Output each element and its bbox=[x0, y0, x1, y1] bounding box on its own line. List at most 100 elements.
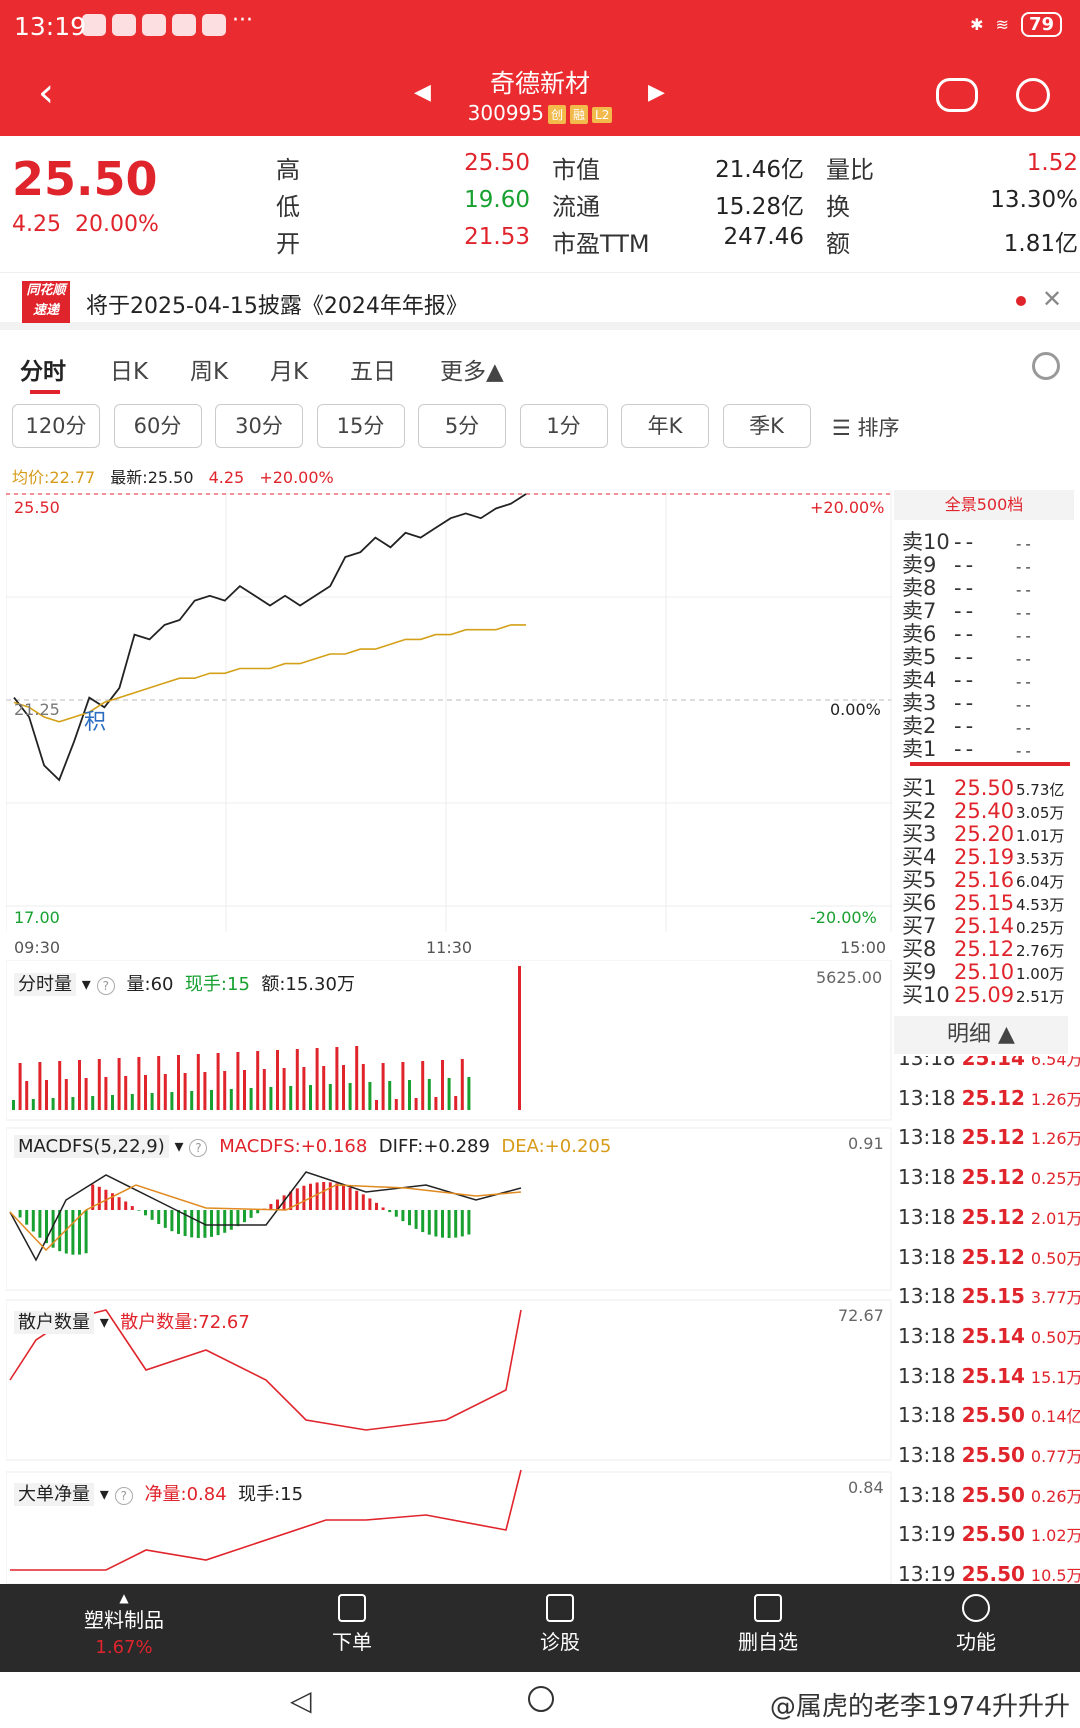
y-top-label: 25.50 bbox=[14, 498, 60, 517]
current-price: 25.50 bbox=[12, 152, 158, 206]
tab-weekly[interactable]: 周K bbox=[190, 352, 228, 386]
pct-top-label: +20.00% bbox=[810, 498, 885, 517]
back-nav-icon[interactable]: ◁ bbox=[290, 1684, 312, 1717]
quote-label: 额 bbox=[826, 230, 850, 258]
retail-max-label: 72.67 bbox=[838, 1306, 884, 1325]
remove-icon bbox=[754, 1594, 782, 1622]
announcement-text[interactable]: 将于2025-04-15披露《2024年年报》 bbox=[86, 288, 468, 320]
order-book-title[interactable]: 全景500档 bbox=[894, 490, 1074, 520]
bottom-navigation: ▲ 塑料制品 1.67% 下单 诊股 删自选 功能 bbox=[0, 1584, 1080, 1672]
tab-five-day[interactable]: 五日 bbox=[350, 352, 396, 386]
trade-row: 13:18 25.50 0.26万 bbox=[898, 1482, 1080, 1507]
bignet-max-label: 0.84 bbox=[848, 1478, 884, 1497]
intraday-price-chart[interactable] bbox=[6, 490, 892, 932]
quote-value: 1.81亿 bbox=[1003, 231, 1078, 257]
settings-icon[interactable] bbox=[1032, 352, 1060, 380]
unread-dot bbox=[1016, 296, 1026, 306]
period-button[interactable]: 5分 bbox=[418, 404, 506, 448]
sort-button[interactable]: ☰ 排序 bbox=[832, 412, 900, 442]
notification-icons bbox=[82, 14, 226, 36]
nav-diagnose[interactable]: 诊股 bbox=[480, 1594, 640, 1655]
bignet-indicator-label: 大单净量 ▾? 净量:0.84 现手:15 bbox=[14, 1480, 303, 1506]
trade-detail-header[interactable]: 明细 ▲ bbox=[894, 1016, 1068, 1054]
trade-row: 13:18 25.12 0.25万 bbox=[898, 1165, 1080, 1190]
period-button[interactable]: 30分 bbox=[215, 404, 303, 448]
clock: 13:19 bbox=[14, 12, 87, 41]
quote-label: 市盈TTM bbox=[552, 230, 650, 258]
active-tab-underline bbox=[30, 390, 60, 394]
period-button[interactable]: 15分 bbox=[316, 404, 405, 448]
volume-indicator-label: 分时量 ▾? 量:60 现手:15 额:15.30万 bbox=[14, 970, 355, 996]
trade-row: 13:18 25.50 0.77万 bbox=[898, 1443, 1080, 1467]
macd-indicator-label: MACDFS(5,22,9) ▾? MACDFS:+0.168 DIFF:+0.… bbox=[14, 1135, 611, 1158]
status-right: ✱ ≋ 79 bbox=[970, 12, 1062, 37]
functions-icon bbox=[962, 1594, 990, 1622]
trade-row: 13:18 25.50 0.14亿 bbox=[898, 1403, 1080, 1428]
tab-daily[interactable]: 日K bbox=[110, 352, 148, 386]
close-icon[interactable]: ✕ bbox=[1042, 285, 1062, 313]
search-icon[interactable] bbox=[1016, 78, 1050, 112]
bluetooth-icon: ✱ bbox=[970, 15, 984, 34]
announcement-banner[interactable]: 同花顺 速递 将于2025-04-15披露《2024年年报》 ✕ bbox=[0, 272, 1080, 330]
trade-row: 13:18 25.15 3.77万 bbox=[898, 1284, 1080, 1309]
trade-row: 13:18 25.14 0.50万 bbox=[898, 1323, 1080, 1348]
wifi-icon: ≋ bbox=[995, 15, 1009, 34]
tab-timeshare[interactable]: 分时 bbox=[20, 352, 66, 386]
next-stock-icon[interactable]: ▶ bbox=[648, 80, 665, 105]
macd-max-label: 0.91 bbox=[848, 1134, 884, 1153]
trade-row: 13:18 25.12 2.01万 bbox=[898, 1204, 1080, 1229]
quote-label: 市值 bbox=[552, 156, 600, 184]
more-notifications: ··· bbox=[232, 8, 253, 33]
quote-label: 开 bbox=[276, 230, 300, 258]
stock-name: 奇德新材 bbox=[489, 69, 590, 98]
nav-remove-watchlist[interactable]: 删自选 bbox=[688, 1594, 848, 1655]
quote-label: 换 bbox=[826, 193, 850, 221]
quote-value: 19.60 bbox=[464, 187, 530, 213]
period-button[interactable]: 120分 bbox=[12, 404, 100, 448]
tab-monthly[interactable]: 月K bbox=[270, 352, 308, 386]
quote-value: 15.28亿 bbox=[715, 194, 804, 220]
time-start-label: 09:30 bbox=[14, 938, 61, 957]
price-change: 4.25 20.00% bbox=[12, 212, 159, 237]
time-mid-label: 11:30 bbox=[426, 938, 473, 957]
assistant-robot-icon[interactable] bbox=[936, 78, 978, 112]
chart-info-line: 均价:22.77 最新:25.50 4.25 +20.00% bbox=[12, 468, 334, 487]
pct-bottom-label: -20.00% bbox=[810, 908, 877, 927]
series-price-line bbox=[13, 493, 527, 782]
quote-value: 21.53 bbox=[464, 224, 530, 250]
trade-row: 13:18 25.14 15.1万 bbox=[898, 1363, 1080, 1388]
period-button[interactable]: 季K bbox=[722, 404, 811, 448]
trade-row: 13:19 25.50 10.5万 bbox=[898, 1562, 1080, 1584]
diagnose-icon bbox=[546, 1594, 574, 1622]
quote-label: 流通 bbox=[552, 193, 600, 221]
battery-indicator: 79 bbox=[1020, 12, 1062, 37]
watermark: @属虎的老李1974升升升 bbox=[769, 1692, 1070, 1722]
quote-value: 1.52 bbox=[1026, 150, 1078, 176]
time-end-label: 15:00 bbox=[840, 938, 887, 957]
home-nav-icon[interactable] bbox=[528, 1686, 554, 1712]
accumulate-marker[interactable]: 积 bbox=[84, 704, 106, 736]
stock-header: ‹ ◀ 奇德新材 300995 创融 L2 ▶ bbox=[0, 56, 1080, 136]
trade-row: 13:19 25.50 1.02万 bbox=[898, 1522, 1080, 1547]
pct-mid-label: 0.00% bbox=[830, 700, 881, 719]
period-button[interactable]: 60分 bbox=[113, 404, 202, 448]
quote-value: 21.46亿 bbox=[715, 157, 804, 183]
trade-row: 13:18 25.12 0.50万 bbox=[898, 1244, 1080, 1269]
nav-functions[interactable]: 功能 bbox=[896, 1594, 1056, 1655]
volume-max-label: 5625.00 bbox=[816, 968, 883, 987]
order-icon bbox=[338, 1594, 366, 1622]
y-mid-label: 21.25 bbox=[14, 700, 60, 719]
system-nav-bar: ◁ @属虎的老李1974升升升 bbox=[0, 1672, 1080, 1728]
nav-sector[interactable]: ▲ 塑料制品 1.67% bbox=[44, 1592, 204, 1658]
quote-value: 25.50 bbox=[464, 150, 530, 176]
nav-order[interactable]: 下单 bbox=[272, 1594, 432, 1655]
y-bottom-label: 17.00 bbox=[14, 908, 60, 927]
quote-label: 低 bbox=[276, 193, 300, 221]
period-button[interactable]: 年K bbox=[621, 404, 709, 448]
period-button[interactable]: 1分 bbox=[519, 404, 608, 448]
retail-indicator-label: 散户数量 ▾ 散户数量:72.67 bbox=[14, 1308, 250, 1334]
ths-express-logo: 同花顺 速递 bbox=[22, 281, 70, 323]
tab-more[interactable]: 更多▲ bbox=[440, 352, 504, 386]
quote-label: 量比 bbox=[826, 156, 874, 184]
trade-row: 13:18 25.12 1.26万 bbox=[898, 1085, 1080, 1110]
